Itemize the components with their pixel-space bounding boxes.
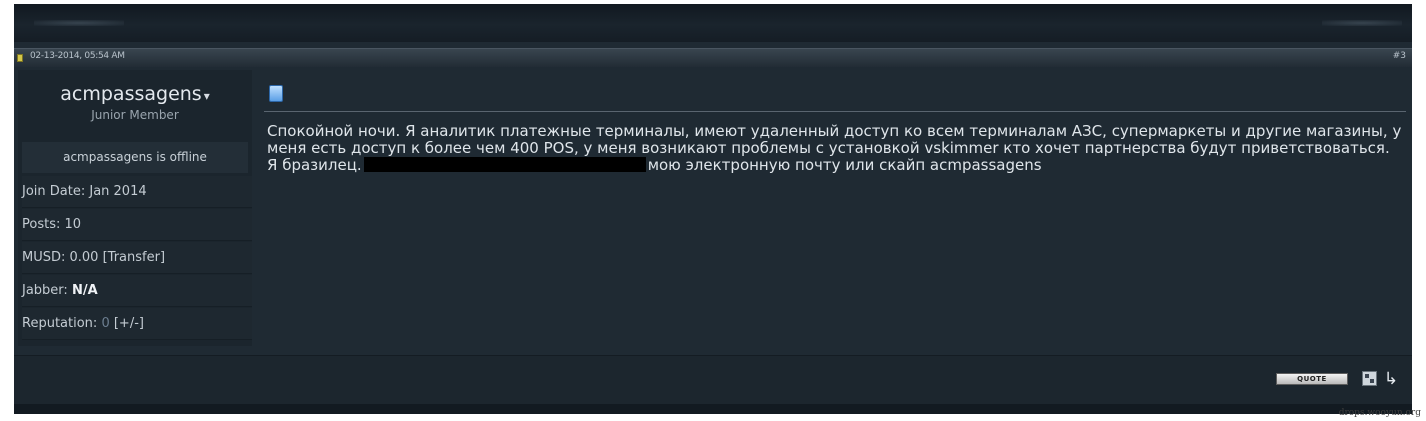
transfer-link[interactable]: [Transfer] <box>103 250 165 265</box>
post-message: Спокойной ночи. Я аналитик платежные тер… <box>267 123 1402 174</box>
reputation: Reputation: 0 [+/-] <box>22 308 252 340</box>
redacted-block <box>363 157 646 172</box>
post-content: Спокойной ночи. Я аналитик платежные тер… <box>264 70 1406 350</box>
quote-button[interactable]: QUOTE <box>1276 373 1348 385</box>
post-count: Posts: 10 <box>22 209 252 241</box>
post-status-icon <box>17 54 23 62</box>
forum-post: 02-13-2014, 05:54 AM #3 acmpassagens ▾ Ju… <box>14 4 1412 414</box>
join-date-text: Join Date: Jan 2014 <box>22 184 147 199</box>
user-info-panel: acmpassagens ▾ Junior Member acmpassagens… <box>18 70 252 346</box>
header-highlight-right <box>1322 20 1402 26</box>
post-footer: QUOTE ↳ <box>14 356 1412 404</box>
online-status: acmpassagens is offline <box>22 142 248 173</box>
reply-icon[interactable]: ↳ <box>1381 369 1401 389</box>
post-header-bar <box>14 4 1412 42</box>
post-count-text: Posts: 10 <box>22 217 82 232</box>
watermark: drops.wooyun.org <box>1338 408 1421 418</box>
username[interactable]: acmpassagens <box>60 83 201 105</box>
post-date: 02-13-2014, 05:54 AM <box>30 51 125 61</box>
multiquote-icon[interactable] <box>1362 371 1377 386</box>
jabber: Jabber: N/A <box>22 275 252 307</box>
header-highlight-left <box>34 20 124 26</box>
post-bottom-border <box>14 404 1412 414</box>
jabber-label: Jabber: <box>22 283 68 298</box>
join-date: Join Date: Jan 2014 <box>22 176 252 208</box>
message-text-continued: мою электронную почту или скайп acmpassa… <box>647 156 1042 174</box>
reputation-link[interactable]: [+/-] <box>114 316 144 331</box>
reputation-value: 0 <box>101 316 110 331</box>
post-number-link[interactable]: #3 <box>1393 51 1406 61</box>
reputation-label: Reputation: <box>22 316 98 331</box>
post-date-bar: 02-13-2014, 05:54 AM #3 <box>14 48 1412 67</box>
musd-balance: MUSD: 0.00 [Transfer] <box>22 242 252 274</box>
user-title: Junior Member <box>91 108 179 122</box>
username-menu[interactable]: acmpassagens ▾ <box>18 83 252 105</box>
chevron-down-icon[interactable]: ▾ <box>204 89 210 103</box>
jabber-value: N/A <box>71 283 98 298</box>
document-icon <box>269 85 283 102</box>
content-divider <box>264 111 1406 112</box>
musd-value: MUSD: 0.00 <box>22 250 99 265</box>
